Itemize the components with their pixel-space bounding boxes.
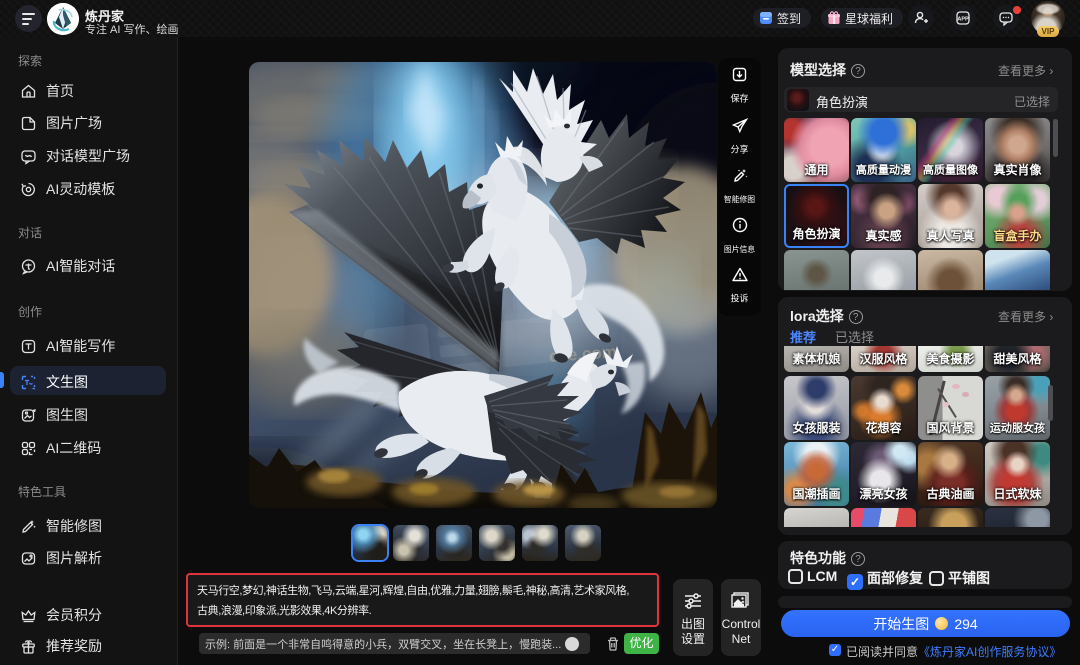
svg-text:APP: APP — [957, 17, 969, 23]
